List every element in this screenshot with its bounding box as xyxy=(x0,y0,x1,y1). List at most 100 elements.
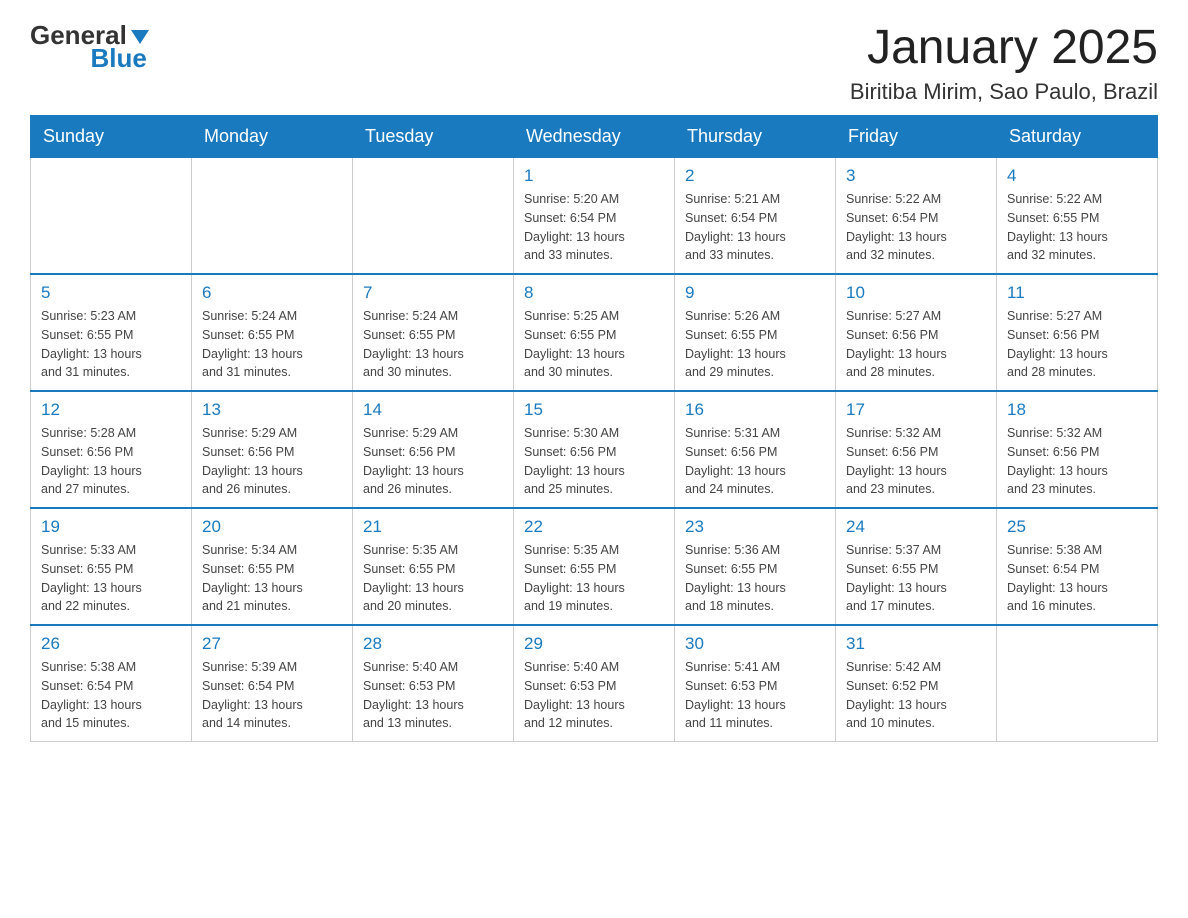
calendar-cell: 12Sunrise: 5:28 AMSunset: 6:56 PMDayligh… xyxy=(31,391,192,508)
day-number: 15 xyxy=(524,400,664,420)
calendar-week-row: 1 Sunrise: 5:20 AMSunset: 6:54 PMDaylight… xyxy=(31,158,1158,275)
calendar-cell: 25 Sunrise: 5:38 AMSunset: 6:54 PMDayligh… xyxy=(997,508,1158,625)
calendar-cell: 24 Sunrise: 5:37 AMSunset: 6:55 PMDayligh… xyxy=(836,508,997,625)
calendar-cell: 26 Sunrise: 5:38 AMSunset: 6:54 PMDayligh… xyxy=(31,625,192,742)
day-info: Sunrise: 5:29 AMSunset: 6:56 PMDaylight:… xyxy=(202,424,342,499)
day-info: Sunrise: 5:24 AMSunset: 6:55 PMDaylight:… xyxy=(363,307,503,382)
calendar-cell: 2 Sunrise: 5:21 AMSunset: 6:54 PMDaylight… xyxy=(675,158,836,275)
calendar-cell: 9Sunrise: 5:26 AMSunset: 6:55 PMDaylight… xyxy=(675,274,836,391)
logo-blue-text: Blue xyxy=(90,43,146,74)
column-header-sunday: Sunday xyxy=(31,116,192,158)
day-number: 25 xyxy=(1007,517,1147,537)
day-number: 27 xyxy=(202,634,342,654)
calendar-cell: 5Sunrise: 5:23 AMSunset: 6:55 PMDaylight… xyxy=(31,274,192,391)
calendar-week-row: 19 Sunrise: 5:33 AMSunset: 6:55 PMDayligh… xyxy=(31,508,1158,625)
day-info: Sunrise: 5:39 AMSunset: 6:54 PMDaylight:… xyxy=(202,658,342,733)
day-number: 1 xyxy=(524,166,664,186)
day-info: Sunrise: 5:41 AMSunset: 6:53 PMDaylight:… xyxy=(685,658,825,733)
calendar-week-row: 5Sunrise: 5:23 AMSunset: 6:55 PMDaylight… xyxy=(31,274,1158,391)
day-number: 17 xyxy=(846,400,986,420)
calendar-cell: 28 Sunrise: 5:40 AMSunset: 6:53 PMDayligh… xyxy=(353,625,514,742)
calendar-cell xyxy=(353,158,514,275)
day-info: Sunrise: 5:35 AMSunset: 6:55 PMDaylight:… xyxy=(524,541,664,616)
day-info: Sunrise: 5:25 AMSunset: 6:55 PMDaylight:… xyxy=(524,307,664,382)
day-info: Sunrise: 5:40 AMSunset: 6:53 PMDaylight:… xyxy=(524,658,664,733)
day-number: 29 xyxy=(524,634,664,654)
calendar-cell xyxy=(192,158,353,275)
day-info: Sunrise: 5:33 AMSunset: 6:55 PMDaylight:… xyxy=(41,541,181,616)
day-info: Sunrise: 5:32 AMSunset: 6:56 PMDaylight:… xyxy=(846,424,986,499)
day-number: 26 xyxy=(41,634,181,654)
day-number: 14 xyxy=(363,400,503,420)
day-info: Sunrise: 5:23 AMSunset: 6:55 PMDaylight:… xyxy=(41,307,181,382)
calendar-cell: 13Sunrise: 5:29 AMSunset: 6:56 PMDayligh… xyxy=(192,391,353,508)
day-number: 6 xyxy=(202,283,342,303)
calendar-cell: 23 Sunrise: 5:36 AMSunset: 6:55 PMDayligh… xyxy=(675,508,836,625)
day-info: Sunrise: 5:32 AMSunset: 6:56 PMDaylight:… xyxy=(1007,424,1147,499)
logo: General Blue xyxy=(30,20,151,74)
calendar-cell: 31Sunrise: 5:42 AMSunset: 6:52 PMDayligh… xyxy=(836,625,997,742)
calendar-subtitle: Biritiba Mirim, Sao Paulo, Brazil xyxy=(850,79,1158,105)
day-number: 23 xyxy=(685,517,825,537)
day-number: 21 xyxy=(363,517,503,537)
page-header: General Blue January 2025 Biritiba Mirim… xyxy=(30,20,1158,105)
calendar-cell: 16 Sunrise: 5:31 AMSunset: 6:56 PMDayligh… xyxy=(675,391,836,508)
calendar-cell: 11 Sunrise: 5:27 AMSunset: 6:56 PMDayligh… xyxy=(997,274,1158,391)
day-number: 28 xyxy=(363,634,503,654)
calendar-cell: 15 Sunrise: 5:30 AMSunset: 6:56 PMDayligh… xyxy=(514,391,675,508)
calendar-cell: 7 Sunrise: 5:24 AMSunset: 6:55 PMDaylight… xyxy=(353,274,514,391)
calendar-cell: 3 Sunrise: 5:22 AMSunset: 6:54 PMDaylight… xyxy=(836,158,997,275)
calendar-week-row: 26 Sunrise: 5:38 AMSunset: 6:54 PMDayligh… xyxy=(31,625,1158,742)
day-info: Sunrise: 5:36 AMSunset: 6:55 PMDaylight:… xyxy=(685,541,825,616)
day-number: 18 xyxy=(1007,400,1147,420)
calendar-cell xyxy=(997,625,1158,742)
day-number: 22 xyxy=(524,517,664,537)
day-number: 7 xyxy=(363,283,503,303)
day-number: 19 xyxy=(41,517,181,537)
calendar-cell: 22 Sunrise: 5:35 AMSunset: 6:55 PMDayligh… xyxy=(514,508,675,625)
day-info: Sunrise: 5:34 AMSunset: 6:55 PMDaylight:… xyxy=(202,541,342,616)
day-number: 16 xyxy=(685,400,825,420)
calendar-cell: 19 Sunrise: 5:33 AMSunset: 6:55 PMDayligh… xyxy=(31,508,192,625)
day-info: Sunrise: 5:42 AMSunset: 6:52 PMDaylight:… xyxy=(846,658,986,733)
day-number: 30 xyxy=(685,634,825,654)
day-info: Sunrise: 5:29 AMSunset: 6:56 PMDaylight:… xyxy=(363,424,503,499)
day-info: Sunrise: 5:26 AMSunset: 6:55 PMDaylight:… xyxy=(685,307,825,382)
day-number: 11 xyxy=(1007,283,1147,303)
day-info: Sunrise: 5:31 AMSunset: 6:56 PMDaylight:… xyxy=(685,424,825,499)
day-number: 4 xyxy=(1007,166,1147,186)
calendar-cell: 6Sunrise: 5:24 AMSunset: 6:55 PMDaylight… xyxy=(192,274,353,391)
day-info: Sunrise: 5:21 AMSunset: 6:54 PMDaylight:… xyxy=(685,190,825,265)
calendar-cell: 20Sunrise: 5:34 AMSunset: 6:55 PMDayligh… xyxy=(192,508,353,625)
day-number: 8 xyxy=(524,283,664,303)
day-info: Sunrise: 5:40 AMSunset: 6:53 PMDaylight:… xyxy=(363,658,503,733)
day-number: 2 xyxy=(685,166,825,186)
day-info: Sunrise: 5:22 AMSunset: 6:55 PMDaylight:… xyxy=(1007,190,1147,265)
day-info: Sunrise: 5:27 AMSunset: 6:56 PMDaylight:… xyxy=(1007,307,1147,382)
day-info: Sunrise: 5:38 AMSunset: 6:54 PMDaylight:… xyxy=(41,658,181,733)
day-info: Sunrise: 5:22 AMSunset: 6:54 PMDaylight:… xyxy=(846,190,986,265)
column-header-friday: Friday xyxy=(836,116,997,158)
calendar-week-row: 12Sunrise: 5:28 AMSunset: 6:56 PMDayligh… xyxy=(31,391,1158,508)
calendar-cell: 10Sunrise: 5:27 AMSunset: 6:56 PMDayligh… xyxy=(836,274,997,391)
calendar-cell: 14 Sunrise: 5:29 AMSunset: 6:56 PMDayligh… xyxy=(353,391,514,508)
calendar-cell: 1 Sunrise: 5:20 AMSunset: 6:54 PMDaylight… xyxy=(514,158,675,275)
day-info: Sunrise: 5:38 AMSunset: 6:54 PMDaylight:… xyxy=(1007,541,1147,616)
day-number: 3 xyxy=(846,166,986,186)
column-header-tuesday: Tuesday xyxy=(353,116,514,158)
calendar-cell xyxy=(31,158,192,275)
day-info: Sunrise: 5:30 AMSunset: 6:56 PMDaylight:… xyxy=(524,424,664,499)
column-header-wednesday: Wednesday xyxy=(514,116,675,158)
calendar-cell: 8 Sunrise: 5:25 AMSunset: 6:55 PMDaylight… xyxy=(514,274,675,391)
calendar-cell: 17 Sunrise: 5:32 AMSunset: 6:56 PMDayligh… xyxy=(836,391,997,508)
calendar-cell: 21 Sunrise: 5:35 AMSunset: 6:55 PMDayligh… xyxy=(353,508,514,625)
column-header-thursday: Thursday xyxy=(675,116,836,158)
column-header-saturday: Saturday xyxy=(997,116,1158,158)
day-number: 24 xyxy=(846,517,986,537)
day-info: Sunrise: 5:35 AMSunset: 6:55 PMDaylight:… xyxy=(363,541,503,616)
day-number: 12 xyxy=(41,400,181,420)
calendar-title: January 2025 xyxy=(850,20,1158,75)
day-info: Sunrise: 5:20 AMSunset: 6:54 PMDaylight:… xyxy=(524,190,664,265)
day-info: Sunrise: 5:37 AMSunset: 6:55 PMDaylight:… xyxy=(846,541,986,616)
column-header-monday: Monday xyxy=(192,116,353,158)
